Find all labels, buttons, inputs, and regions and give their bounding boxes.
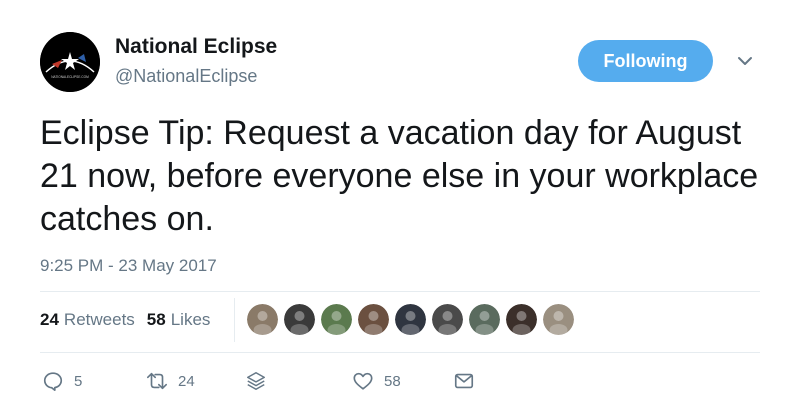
stack-button[interactable]	[245, 370, 267, 392]
retweet-icon	[147, 372, 167, 390]
reply-count: 5	[74, 372, 83, 390]
likes-label: Likes	[170, 310, 211, 329]
tweet-card: NATIONALECLIPSE.COM National Eclipse @Na…	[0, 0, 800, 417]
reply-icon	[43, 372, 63, 391]
message-button[interactable]	[453, 370, 475, 392]
user-handle[interactable]: @NationalEclipse	[115, 66, 257, 87]
retweets-count: 24	[40, 310, 59, 329]
tweet-stats: 24 Retweets 58 Likes	[40, 310, 222, 330]
tweet-text: Eclipse Tip: Request a vacation day for …	[40, 114, 759, 238]
envelope-icon	[454, 373, 474, 389]
eclipse-logo-icon: NATIONALECLIPSE.COM	[40, 32, 100, 92]
heart-icon	[353, 372, 373, 390]
liker-avatar[interactable]	[543, 304, 574, 335]
retweet-count: 24	[178, 372, 195, 390]
stack-icon	[247, 372, 265, 390]
like-count: 58	[384, 372, 401, 390]
liker-avatar[interactable]	[247, 304, 278, 335]
avatar[interactable]: NATIONALECLIPSE.COM	[40, 32, 100, 92]
liker-avatar[interactable]	[469, 304, 500, 335]
divider	[40, 291, 760, 292]
tweet-timestamp[interactable]: 9:25 PM - 23 May 2017	[40, 256, 217, 276]
following-button[interactable]: Following	[578, 40, 713, 82]
retweets-stat[interactable]: 24 Retweets	[40, 310, 135, 330]
retweet-button[interactable]: 24	[146, 370, 195, 392]
likes-count: 58	[146, 310, 166, 329]
liker-avatar[interactable]	[284, 304, 315, 335]
likes-stat[interactable]: 58 Likes	[147, 310, 211, 330]
stats-separator	[234, 298, 235, 342]
liker-avatar[interactable]	[395, 304, 426, 335]
user-name[interactable]: National Eclipse	[115, 35, 277, 59]
like-button[interactable]: 58	[352, 370, 401, 392]
liker-avatar[interactable]	[321, 304, 352, 335]
liker-avatar[interactable]	[358, 304, 389, 335]
avatar-caption: NATIONALECLIPSE.COM	[51, 75, 89, 79]
liker-avatar[interactable]	[432, 304, 463, 335]
reply-button[interactable]: 5	[42, 370, 82, 392]
liker-avatar[interactable]	[506, 304, 537, 335]
chevron-down-icon[interactable]	[734, 50, 756, 72]
retweets-label: Retweets	[63, 310, 135, 329]
likers-avatars	[247, 304, 580, 336]
divider	[40, 352, 760, 353]
